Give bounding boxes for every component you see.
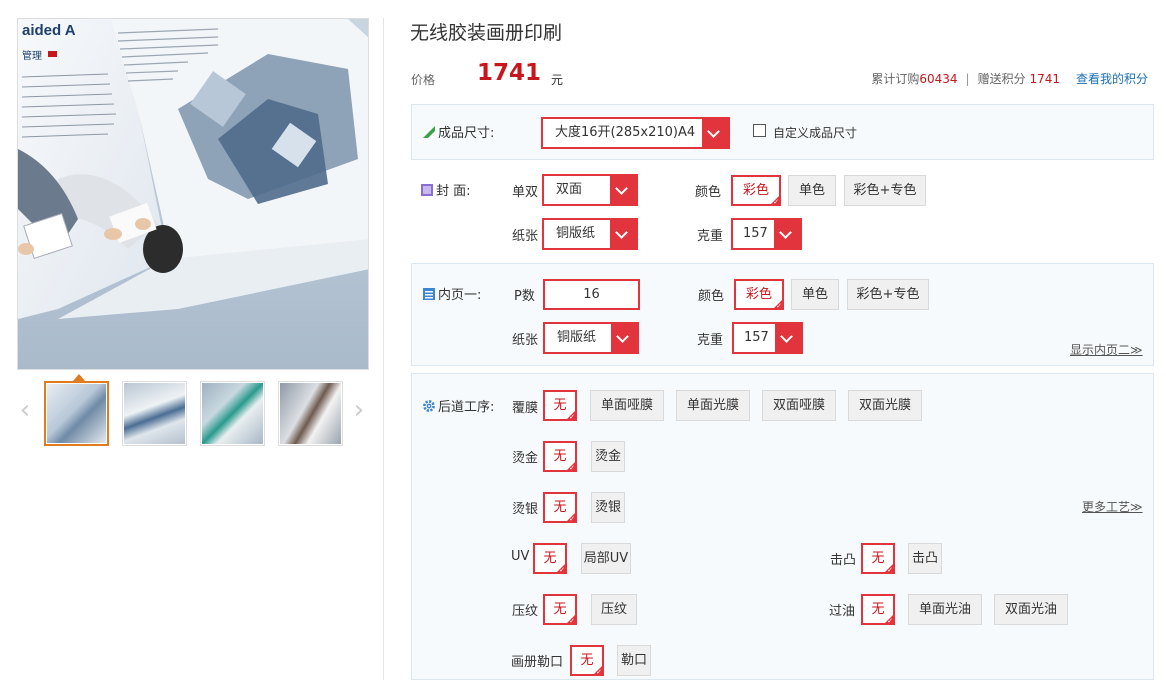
view-points-link[interactable]: 查看我的积分 [1076,72,1148,86]
show-inner-pages-two-link[interactable]: 显示内页二≫ [1070,341,1143,358]
orders-count: 60434 [919,72,958,86]
inner-weight-label: 克重 [697,333,724,348]
gold-foil-option-yes[interactable]: 烫金 [591,441,625,472]
inner-color-option-full[interactable]: 彩色 [734,279,784,311]
cover-sides-value: 双面 [556,182,583,197]
lamination-option-double-matte[interactable]: 双面哑膜 [762,390,836,421]
thumbnail-2[interactable] [122,381,187,446]
thumbnail-next-arrow[interactable]: › [352,397,366,423]
gold-foil-label: 烫金 [512,451,539,466]
cover-sides-select[interactable]: 双面 [542,174,638,206]
price-label: 价格 [411,73,436,87]
cover-heading: aided A [22,22,76,39]
varnish-option-single[interactable]: 单面光油 [908,594,982,625]
lamination-option-none[interactable]: 无 [543,390,577,422]
press-texture-label: 压纹 [512,604,539,619]
chevron-down-icon [611,324,637,352]
inner-color-label: 颜色 [698,289,725,304]
more-processes-link[interactable]: 更多工艺≫ [1082,498,1143,515]
lamination-option-single-matte[interactable]: 单面哑膜 [590,390,664,421]
column-divider [383,18,384,680]
thumbnail-1[interactable] [44,381,109,446]
chevron-down-icon [775,324,801,352]
inner-color-option-mono[interactable]: 单色 [791,279,839,310]
cover-paper-value: 铜版纸 [556,226,596,241]
cover-section-label: 封 面: [421,180,471,199]
cover-weight-value: 157 [743,226,768,241]
lamination-option-double-gloss[interactable]: 双面光膜 [848,390,922,421]
thumbnail-3[interactable] [200,381,265,446]
chevron-down-icon [610,176,636,204]
product-main-image: aided A 管理 [17,18,369,370]
lamination-option-single-gloss[interactable]: 单面光膜 [676,390,750,421]
cover-color-label: 颜色 [695,185,722,200]
silver-foil-label: 烫银 [512,502,539,517]
size-section-label: 成品尺寸: [423,122,494,141]
cover-paper-label: 纸张 [512,229,539,244]
cover-color-option-mono[interactable]: 单色 [788,175,836,206]
inner-paper-select[interactable]: 铜版纸 [543,322,639,354]
lamination-label: 覆膜 [512,401,539,416]
uv-option-none[interactable]: 无 [533,543,567,575]
brochure-crease-option-yes[interactable]: 勒口 [617,645,651,676]
inner-paper-value: 铜版纸 [557,330,597,345]
inner-pages-label: P数 [514,289,535,304]
cover-weight-label: 克重 [697,229,724,244]
gold-foil-option-none[interactable]: 无 [543,441,577,473]
price-value: 1741 [477,60,542,86]
brochure-crease-option-none[interactable]: 无 [570,645,604,677]
size-select-value: 大度16开(285x210)A4 [555,125,696,140]
emboss-label: 击凸 [830,553,857,568]
emboss-option-none[interactable]: 无 [861,543,895,575]
emboss-option-yes[interactable]: 击凸 [908,543,942,574]
page-list-icon [423,288,435,300]
press-texture-option-none[interactable]: 无 [543,594,577,626]
cover-subheading: 管理 [22,49,42,62]
chevron-down-icon [610,220,636,248]
size-select[interactable]: 大度16开(285x210)A4 [541,117,730,149]
triangle-ruler-icon [423,126,435,138]
chevron-down-icon [774,220,800,248]
price-unit: 元 [551,73,564,87]
cover-color-option-full[interactable]: 彩色 [731,175,781,207]
inner-pages-input[interactable]: 16 [543,279,640,310]
silver-foil-option-none[interactable]: 无 [543,492,577,524]
uv-label: UV [511,549,530,564]
inner-color-option-spot[interactable]: 彩色+专色 [847,279,929,310]
inner-section-label: 内页一: [423,284,481,303]
inner-weight-select[interactable]: 157 [732,322,803,354]
cover-weight-select[interactable]: 157 [731,218,802,250]
inner-paper-label: 纸张 [512,333,539,348]
custom-size-label: 自定义成品尺寸 [773,126,858,140]
cover-swatch-icon [421,184,433,196]
thumbnail-selected-caret [73,374,85,381]
product-title: 无线胶装画册印刷 [410,22,563,44]
varnish-option-double[interactable]: 双面光油 [994,594,1068,625]
points-label: 赠送积分 [977,72,1026,86]
press-texture-option-yes[interactable]: 压纹 [591,594,637,625]
points-count: 1741 [1029,72,1060,86]
brochure-crease-label: 画册勒口 [511,655,564,670]
orders-label: 累计订购 [871,72,920,86]
varnish-label: 过油 [829,604,856,619]
silver-foil-option-yes[interactable]: 烫银 [591,492,625,523]
inner-weight-value: 157 [744,330,769,345]
stats-separator: | [965,72,970,86]
custom-size-checkbox[interactable] [753,124,766,137]
thumbnail-4[interactable] [278,381,343,446]
finishing-section-label: 后道工序: [423,396,494,415]
product-stats: 累计订购60434 | 赠送积分 1741 查看我的积分 [871,70,1148,87]
chevron-down-icon [702,119,728,147]
gear-icon [423,400,435,412]
cover-sides-label: 单双 [512,185,539,200]
thumbnail-prev-arrow[interactable]: ‹ [18,397,32,423]
cover-color-option-spot[interactable]: 彩色+专色 [844,175,926,206]
uv-option-partial[interactable]: 局部UV [581,543,631,574]
varnish-option-none[interactable]: 无 [861,594,895,626]
cover-paper-select[interactable]: 铜版纸 [542,218,638,250]
